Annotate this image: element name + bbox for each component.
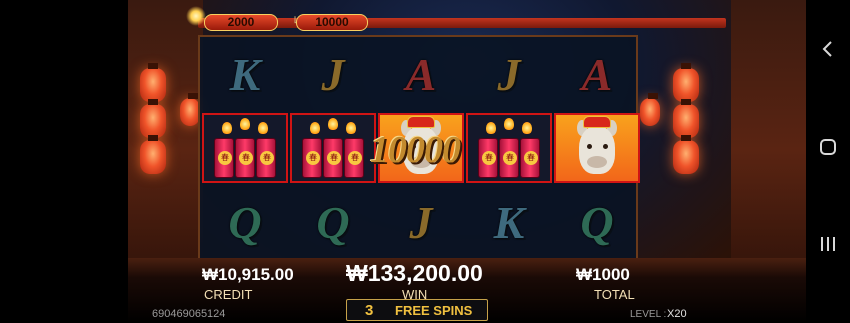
recents-button[interactable] (806, 222, 850, 266)
symbol-cell: J (378, 187, 464, 257)
win-amount: ₩133,200.00 (346, 260, 483, 286)
firecracker-symbol: 春 春 春 (466, 113, 552, 183)
bet-left-badge: 2000 (204, 14, 278, 31)
symbol-letter: Q (316, 196, 350, 248)
firecracker-symbol: 春 春 春 (290, 113, 376, 183)
firecracker-symbol: 春 春 春 (202, 113, 288, 183)
credit-label: CREDIT (204, 287, 253, 302)
game-round-id: 690469065124 (152, 308, 226, 320)
lantern-decoration (673, 63, 699, 102)
symbol-letter: K (229, 48, 261, 100)
android-nav-bar (806, 0, 850, 323)
symbol-letter: K (493, 196, 525, 248)
symbol-letter: Q (228, 196, 262, 248)
total-bet-label: TOTAL (594, 287, 635, 302)
symbol-cell: J (290, 39, 376, 109)
chevron-left-icon (822, 41, 832, 57)
home-button[interactable] (806, 125, 850, 169)
symbol-letter: Q (580, 196, 614, 248)
symbol-cell: Q (554, 187, 640, 257)
lantern-decoration (673, 135, 699, 174)
symbol-cell: K (466, 187, 552, 257)
llama-icon (567, 116, 627, 180)
level-value: X20 (667, 308, 687, 320)
free-spins-label: FREE SPINS (395, 303, 473, 318)
symbol-cell: A (378, 39, 464, 109)
lantern-decoration (640, 93, 660, 126)
firecracker-icon: 春 春 春 (298, 118, 368, 178)
firecracker-icon: 春 春 春 (210, 118, 280, 178)
sparkle-icon (186, 6, 206, 26)
lantern-decoration (140, 99, 166, 138)
level-label: LEVEL : (630, 309, 667, 320)
symbol-letter: J (321, 48, 345, 100)
symbol-letter: J (497, 48, 521, 100)
firecracker-icon: 春 春 春 (474, 118, 544, 178)
llama-symbol (554, 113, 640, 183)
right-building (731, 0, 806, 300)
firecracker-label: 春 (482, 151, 496, 165)
total-bet-amount: ₩1000 (576, 265, 630, 284)
home-icon (820, 139, 836, 155)
symbol-cell: Q (290, 187, 376, 257)
firecracker-label: 春 (239, 151, 253, 165)
lantern-decoration (140, 135, 166, 174)
firecracker-label: 春 (327, 151, 341, 165)
symbol-cell: Q (202, 187, 288, 257)
firecracker-label: 春 (524, 151, 538, 165)
recents-icon (821, 237, 835, 251)
symbol-cell: A (554, 39, 640, 109)
firecracker-label: 春 (306, 151, 320, 165)
symbol-cell: K (202, 39, 288, 109)
game-screen[interactable]: 2000 ↳ 10000 K J A J A 春 春 春 春 (0, 0, 806, 323)
credit-amount: ₩10,915.00 (202, 265, 294, 284)
free-spins-counter: 3 FREE SPINS (346, 299, 488, 321)
firecracker-label: 春 (218, 151, 232, 165)
back-button[interactable] (806, 27, 850, 71)
symbol-cell: J (466, 39, 552, 109)
firecracker-label: 春 (260, 151, 274, 165)
free-spins-count: 3 (365, 302, 374, 319)
slot-scene[interactable]: 2000 ↳ 10000 K J A J A 春 春 春 春 (128, 0, 806, 323)
symbol-letter: A (581, 48, 613, 100)
lantern-decoration (180, 93, 200, 126)
firecracker-label: 春 (503, 151, 517, 165)
symbol-letter: J (409, 196, 433, 248)
firecracker-label: 春 (348, 151, 362, 165)
symbol-letter: A (405, 48, 437, 100)
left-letterbox (0, 0, 128, 323)
win-amount-popup: 10000 (370, 129, 461, 171)
lantern-decoration (673, 99, 699, 138)
bet-right-badge: 10000 (296, 14, 368, 31)
lantern-decoration (140, 63, 166, 102)
